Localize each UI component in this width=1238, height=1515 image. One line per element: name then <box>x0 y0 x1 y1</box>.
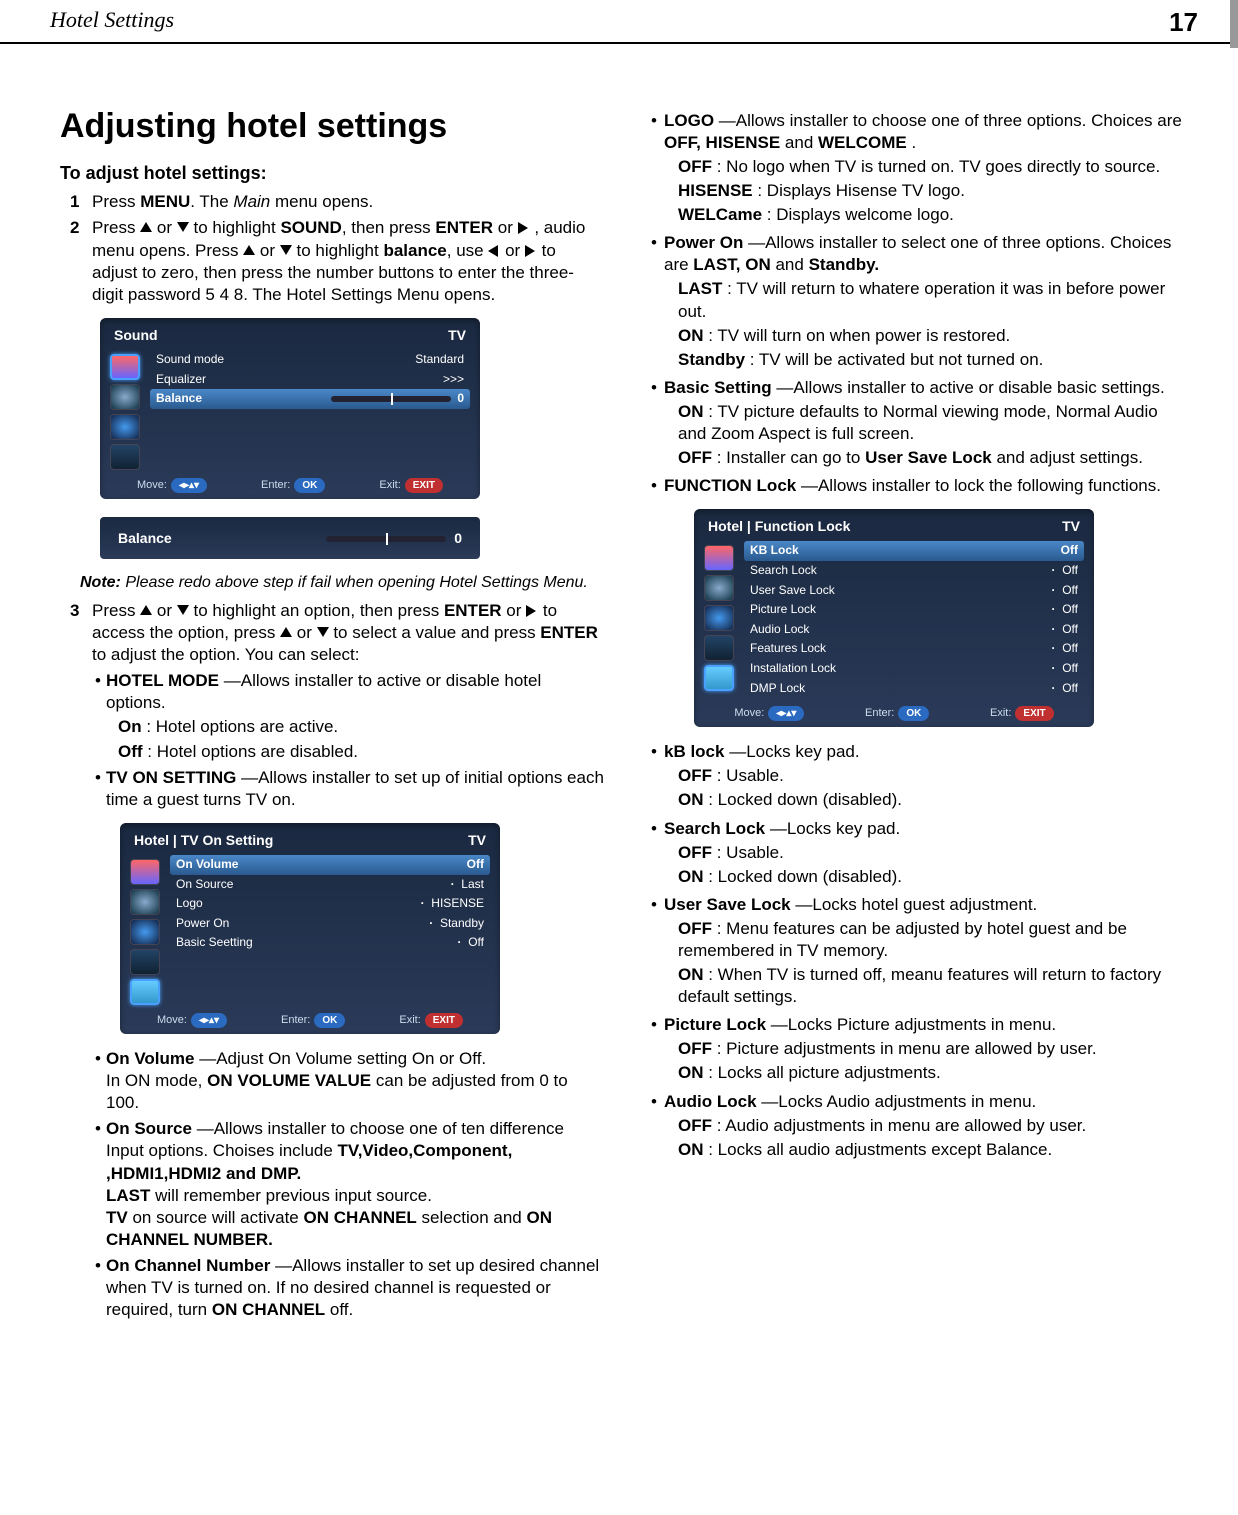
osd-icon <box>704 665 734 691</box>
osd-icon <box>704 575 734 601</box>
osd-icon <box>110 354 140 380</box>
right-icon <box>525 245 537 257</box>
osd-items: On VolumeOffOn Source· LastLogo· HISENSE… <box>170 855 490 1005</box>
osd-icon <box>110 444 140 470</box>
osd-icon <box>704 635 734 661</box>
osd-icon <box>130 889 160 915</box>
side-marker <box>1230 0 1238 48</box>
osd-icon <box>130 919 160 945</box>
osd-icon <box>704 545 734 571</box>
step-3: 3 Press or to highlight an option, then … <box>70 600 604 666</box>
page-header: Hotel Settings 17 <box>0 0 1238 44</box>
up-icon <box>280 627 292 639</box>
page-number: 17 <box>1169 6 1198 40</box>
right-icon <box>526 605 538 617</box>
intro: To adjust hotel settings: <box>60 162 604 185</box>
osd-icon <box>110 414 140 440</box>
up-icon <box>140 605 152 617</box>
osd-icon <box>130 949 160 975</box>
osd-items: Sound modeStandardEqualizer>>>Balance 0 <box>150 350 470 470</box>
page-title: Adjusting hotel settings <box>60 104 604 148</box>
osd-icon <box>110 384 140 410</box>
osd-items: KB LockOffSearch Lock· OffUser Save Lock… <box>744 541 1084 698</box>
note: Note: Please redo above step if fail whe… <box>80 573 604 594</box>
up-icon <box>243 245 255 257</box>
right-icon <box>518 222 530 234</box>
osd-tv-on-setting: Hotel | TV On SettingTV On VolumeOffOn S… <box>120 823 500 1034</box>
osd-function-lock: Hotel | Function LockTV KB LockOffSearch… <box>694 509 1094 727</box>
osd-sound-menu: SoundTV Sound modeStandardEqualizer>>>Ba… <box>100 318 480 499</box>
osd-icon <box>130 979 160 1005</box>
osd-icon <box>130 859 160 885</box>
right-column: •LOGO —Allows installer to choose one of… <box>644 104 1188 1321</box>
balance-bar: Balance 0 <box>100 517 480 559</box>
left-column: Adjusting hotel settings To adjust hotel… <box>60 104 604 1321</box>
step-1: 1 Press MENU. The Main menu opens. <box>70 191 604 213</box>
down-icon <box>177 605 189 617</box>
osd-icon <box>704 605 734 631</box>
up-icon <box>140 222 152 234</box>
down-icon <box>177 222 189 234</box>
down-icon <box>280 245 292 257</box>
step-2: 2 Press or to highlight SOUND, then pres… <box>70 217 604 305</box>
down-icon <box>317 627 329 639</box>
left-icon <box>488 245 500 257</box>
header-title: Hotel Settings <box>50 6 174 40</box>
